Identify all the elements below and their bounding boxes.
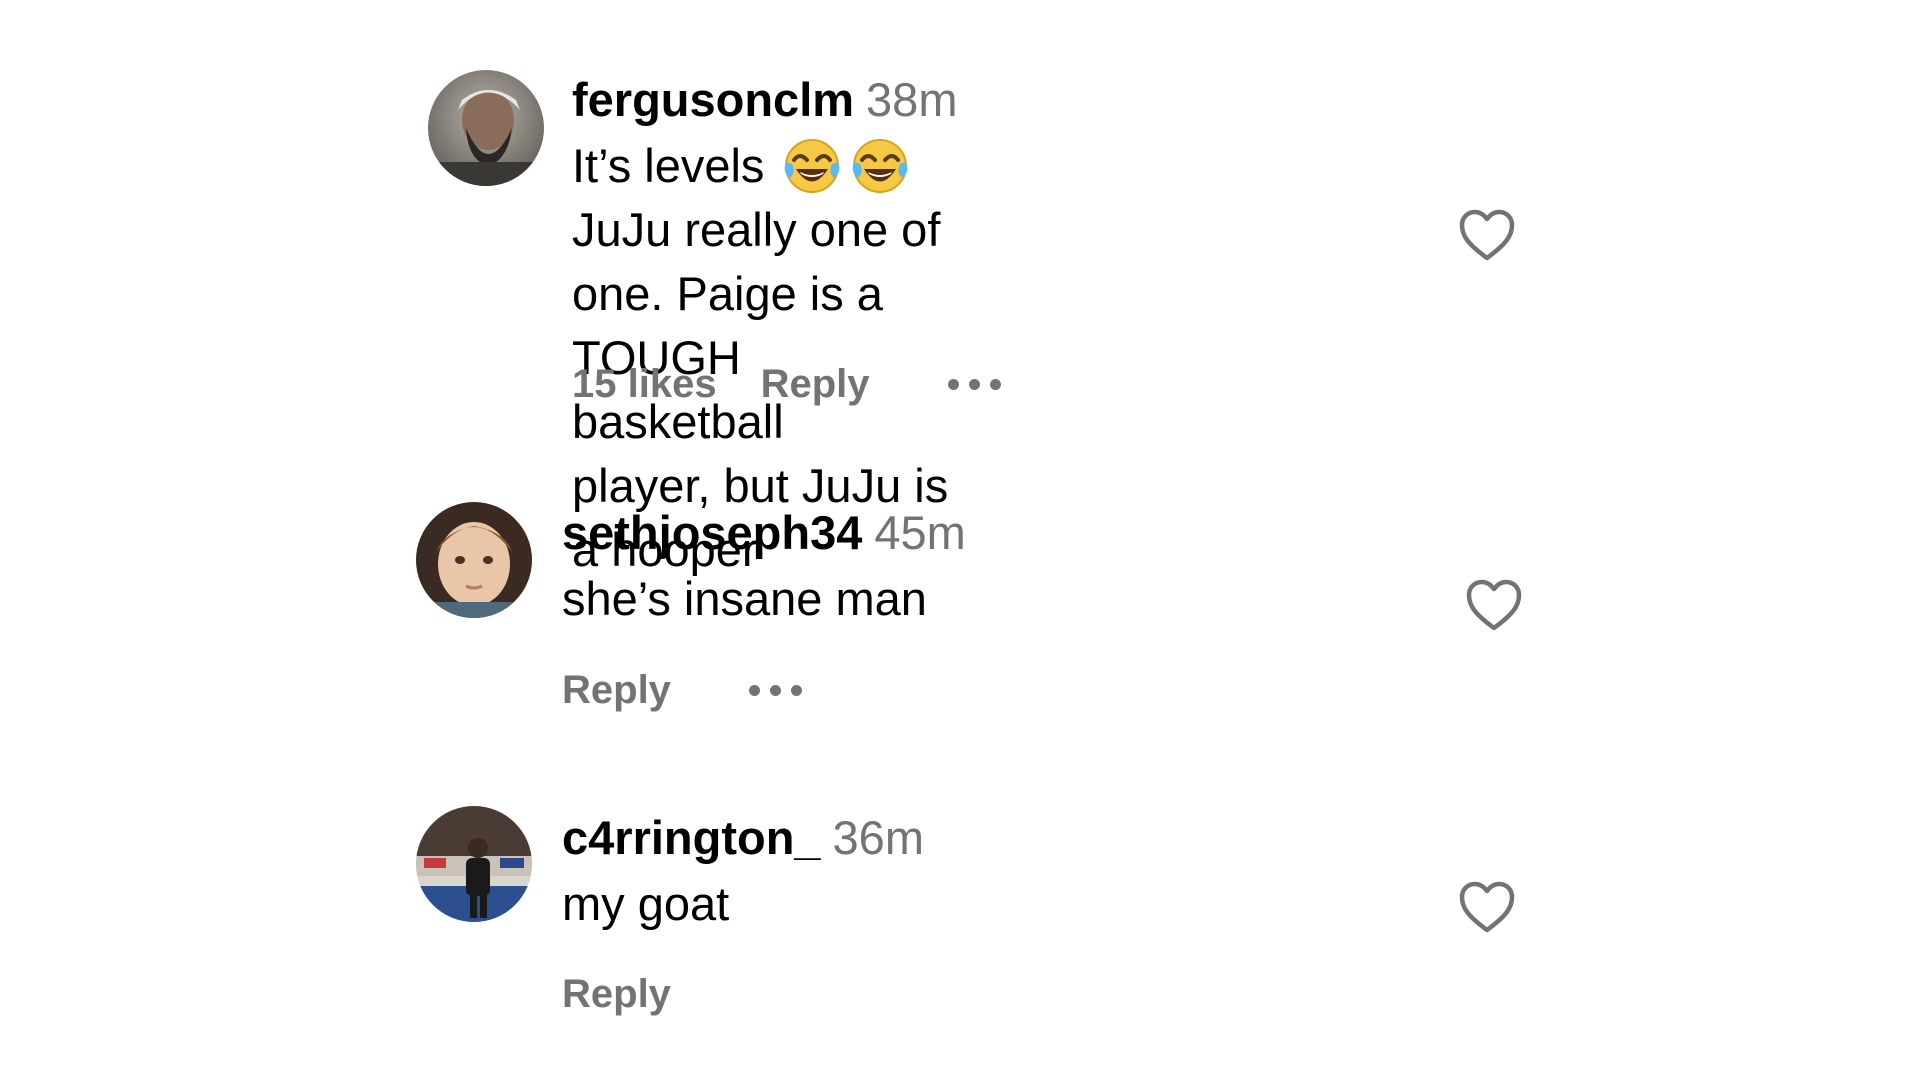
comment-text-segment: JuJu really one of xyxy=(572,203,941,256)
face-with-tears-of-joy-icon xyxy=(782,136,842,196)
comment-text: she’s insane man xyxy=(562,572,927,625)
avatar-image xyxy=(416,806,532,922)
comment-header: fergusonclm 38m xyxy=(572,72,957,128)
avatar[interactable] xyxy=(428,70,544,186)
comment-header: c4rrington_ 36m xyxy=(562,810,924,866)
comment-header: sethjoseph34 45m xyxy=(562,505,966,561)
comment-timestamp: 38m xyxy=(866,73,958,126)
comment-actions: Reply xyxy=(562,668,802,713)
comment-line: It’s levels JuJu really one of xyxy=(572,134,957,262)
ellipsis-icon[interactable] xyxy=(947,379,1001,390)
avatar[interactable] xyxy=(416,806,532,922)
reply-button[interactable]: Reply xyxy=(562,668,671,713)
comments-page: fergusonclm 38m It’s levels JuJu really … xyxy=(0,0,1920,1080)
heart-outline-icon[interactable] xyxy=(1458,880,1516,934)
heart-outline-icon[interactable] xyxy=(1458,208,1516,262)
comment-line: one. Paige is a TOUGH basketball xyxy=(572,267,883,448)
comment-timestamp: 36m xyxy=(832,811,924,864)
reply-button[interactable]: Reply xyxy=(761,362,870,407)
reply-button[interactable]: Reply xyxy=(562,972,671,1017)
username-link[interactable]: fergusonclm xyxy=(572,73,854,126)
avatar[interactable] xyxy=(416,502,532,618)
comment-actions: 15 likes Reply xyxy=(572,362,1001,407)
comment-timestamp: 45m xyxy=(874,506,966,559)
username-link[interactable]: sethjoseph34 xyxy=(562,506,862,559)
username-link[interactable]: c4rrington_ xyxy=(562,811,821,864)
heart-outline-icon[interactable] xyxy=(1465,578,1523,632)
avatar-image xyxy=(416,502,532,618)
comment-text-segment: It’s levels xyxy=(572,139,765,192)
face-with-tears-of-joy-icon xyxy=(850,136,910,196)
avatar-image xyxy=(428,70,544,186)
ellipsis-icon[interactable] xyxy=(748,685,802,696)
comment-text: my goat xyxy=(562,877,730,930)
comment-actions: Reply xyxy=(562,972,749,1017)
likes-count[interactable]: 15 likes xyxy=(572,362,717,407)
